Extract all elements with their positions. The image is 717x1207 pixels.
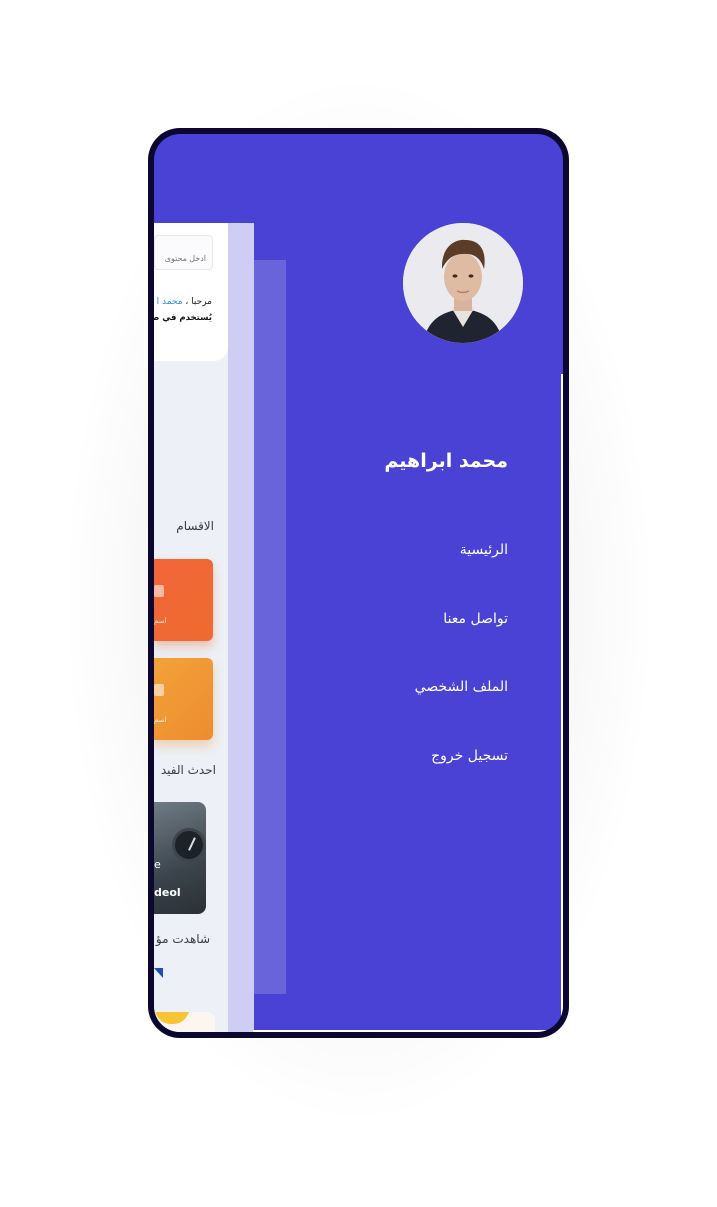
flag-icon: [154, 968, 163, 978]
section-title-watched: شاهدت مؤ: [155, 932, 210, 946]
drawer-edge: [561, 374, 563, 1032]
menu-item-logout[interactable]: تسجيل خروج: [431, 748, 508, 764]
lightbulb-illustration: [154, 1012, 190, 1024]
video-title-line2: deol: [154, 886, 181, 899]
category-icon: [154, 684, 164, 696]
drawer-user-name: محمد ابراهيم: [384, 450, 508, 472]
category-icon: [154, 585, 164, 597]
screen: مرحبا ، محمد ا يُستخدم في صناعة الاقسام …: [154, 134, 563, 1032]
gauge-image: [172, 828, 206, 862]
menu-item-contact[interactable]: تواصل معنا: [443, 611, 508, 627]
greeting-prefix: مرحبا ،: [185, 297, 212, 307]
greeting-user-name: محمد ا: [156, 297, 183, 307]
section-title-categories: الاقسام: [176, 519, 214, 533]
phone-frame: مرحبا ، محمد ا يُستخدم في صناعة الاقسام …: [148, 128, 569, 1038]
video-thumbnail[interactable]: e deol: [154, 802, 206, 914]
app-layer-back: [228, 223, 254, 1032]
menu-item-home[interactable]: الرئيسية: [460, 542, 508, 558]
drawer-overlay-layer: [253, 260, 286, 994]
greeting-subtitle: يُستخدم في صناعة: [154, 313, 212, 323]
drawer-bottom-edge: [253, 1030, 563, 1032]
section-title-latest-videos: احدث الفيد: [160, 763, 216, 777]
category-label: اسم: [154, 617, 167, 625]
search-input[interactable]: [154, 235, 213, 270]
category-card[interactable]: اسم: [154, 559, 213, 641]
menu-item-profile[interactable]: الملف الشخصي: [415, 679, 508, 695]
video-title-line1: e: [154, 858, 161, 871]
course-illustration[interactable]: [154, 1012, 215, 1032]
profile-photo: [403, 223, 523, 343]
avatar[interactable]: [403, 223, 523, 343]
app-main-content[interactable]: مرحبا ، محمد ا يُستخدم في صناعة الاقسام …: [154, 223, 228, 1032]
category-label: اسم: [154, 716, 167, 724]
category-card[interactable]: اسم: [154, 658, 213, 740]
greeting-text: مرحبا ، محمد ا: [154, 297, 212, 311]
